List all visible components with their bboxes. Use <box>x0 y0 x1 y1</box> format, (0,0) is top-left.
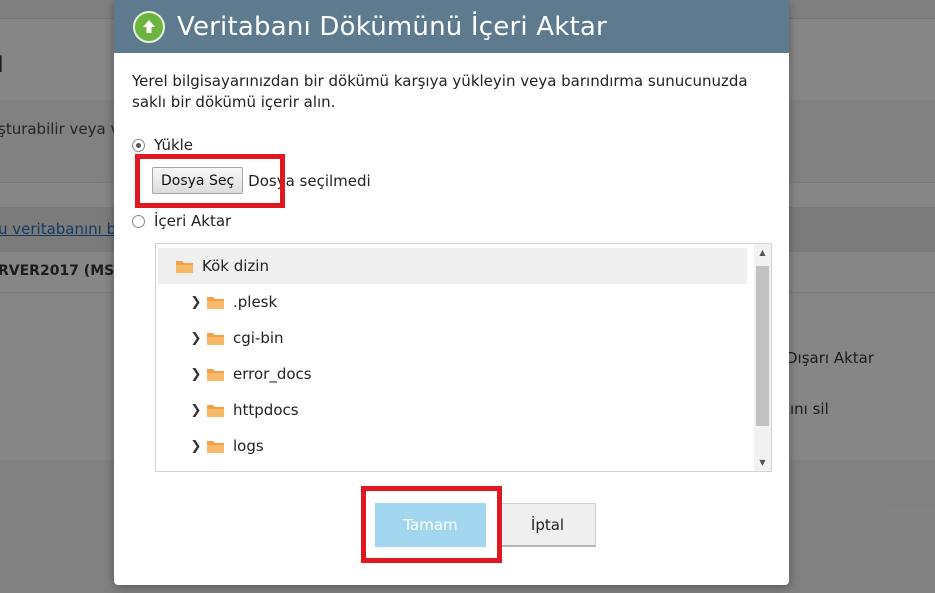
dialog-header: Veritabanı Dökümünü İçeri Aktar <box>114 0 789 53</box>
cancel-button[interactable]: İptal <box>499 503 596 547</box>
chevron-right-icon[interactable]: ❯ <box>186 439 206 454</box>
import-radio[interactable] <box>132 214 145 228</box>
upload-option[interactable]: Yükle <box>132 136 193 154</box>
tree-item-plesk[interactable]: ❯ .plesk <box>186 284 278 320</box>
tree-scrollbar[interactable]: ▲ ▼ <box>754 244 771 471</box>
scroll-down-arrow-icon[interactable]: ▼ <box>754 454 771 471</box>
tree-root-item[interactable]: Kök dizin <box>158 248 747 284</box>
ok-button[interactable]: Tamam <box>375 503 486 547</box>
tree-item-label: httpdocs <box>233 401 299 419</box>
dialog-title: Veritabanı Dökümünü İçeri Aktar <box>177 11 607 42</box>
file-input: Dosya Seç Dosya seçilmedi <box>152 167 371 194</box>
folder-icon <box>207 404 224 417</box>
import-dump-dialog: Veritabanı Dökümünü İçeri Aktar Yerel bi… <box>114 0 789 585</box>
tree-root-label: Kök dizin <box>202 257 269 275</box>
chevron-right-icon[interactable]: ❯ <box>186 331 206 346</box>
folder-icon <box>176 260 193 273</box>
import-option[interactable]: İçeri Aktar <box>132 212 231 230</box>
tree-item-label: cgi-bin <box>233 329 284 347</box>
tree-item-label: error_docs <box>233 365 312 383</box>
file-status-text: Dosya seçilmedi <box>248 171 371 190</box>
directory-tree[interactable]: Kök dizin ❯ .plesk ❯ cgi-bin ❯ error_doc… <box>155 243 772 472</box>
scroll-up-arrow-icon[interactable]: ▲ <box>754 244 771 261</box>
tree-item-error-docs[interactable]: ❯ error_docs <box>186 356 312 392</box>
chevron-right-icon[interactable]: ❯ <box>186 295 206 310</box>
folder-icon <box>207 332 224 345</box>
upload-arrow-icon <box>133 10 165 43</box>
folder-icon <box>207 440 224 453</box>
choose-file-button[interactable]: Dosya Seç <box>152 167 244 194</box>
tree-item-cgi-bin[interactable]: ❯ cgi-bin <box>186 320 284 356</box>
tree-item-label: .plesk <box>233 293 278 311</box>
upload-radio[interactable] <box>132 138 145 152</box>
folder-icon <box>207 296 224 309</box>
tree-item-label: logs <box>233 437 264 455</box>
chevron-right-icon[interactable]: ❯ <box>186 367 206 382</box>
dialog-intro-text: Yerel bilgisayarınızdan bir dökümü karşı… <box>132 72 748 111</box>
upload-radio-label[interactable]: Yükle <box>154 136 193 154</box>
scrollbar-thumb[interactable] <box>756 266 769 426</box>
import-radio-label[interactable]: İçeri Aktar <box>154 212 231 230</box>
tree-item-logs[interactable]: ❯ logs <box>186 428 264 464</box>
tree-item-httpdocs[interactable]: ❯ httpdocs <box>186 392 299 428</box>
folder-icon <box>207 368 224 381</box>
chevron-right-icon[interactable]: ❯ <box>186 403 206 418</box>
